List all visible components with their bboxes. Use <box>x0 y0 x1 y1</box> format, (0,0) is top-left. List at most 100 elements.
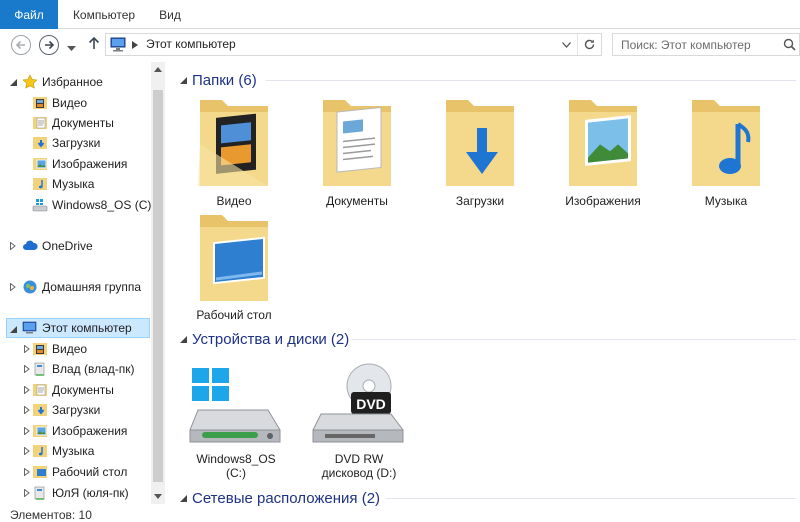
tab-file[interactable]: Файл <box>0 0 58 29</box>
music-folder-icon <box>33 445 47 457</box>
up-button[interactable] <box>88 36 100 53</box>
group-devices[interactable]: Устройства и диски (2) <box>176 328 349 350</box>
expand-icon[interactable] <box>22 421 32 441</box>
expand-icon[interactable] <box>22 339 32 359</box>
group-network[interactable]: Сетевые расположения (2) <box>176 487 380 509</box>
expand-icon[interactable] <box>22 441 32 461</box>
drive-c-letter: (C:) <box>226 466 246 480</box>
expand-icon[interactable] <box>8 236 18 256</box>
recent-locations-button[interactable] <box>67 41 76 55</box>
forward-button[interactable] <box>39 35 59 55</box>
nav-label: Влад (влад-пк) <box>52 362 135 376</box>
group-divider <box>266 80 796 81</box>
nav-pc-pictures[interactable]: Изображения <box>0 421 150 441</box>
nav-this-pc[interactable]: Этот компьютер <box>6 318 150 338</box>
collapse-icon[interactable] <box>8 72 18 92</box>
search-icon[interactable] <box>783 38 796 51</box>
pictures-folder-icon <box>33 425 47 437</box>
downloads-folder-icon <box>33 404 47 416</box>
collapse-icon[interactable] <box>176 73 190 87</box>
address-field[interactable]: Этот компьютер <box>105 33 602 56</box>
nav-onedrive[interactable]: OneDrive <box>0 236 150 256</box>
nav-label: Документы <box>52 383 114 397</box>
content-pane: Папки (6) Видео Документы Загрузки Изобр… <box>166 62 800 517</box>
search-input[interactable] <box>613 34 779 55</box>
chevron-down-icon[interactable] <box>562 42 571 48</box>
nav-pc-music[interactable]: Музыка <box>0 441 150 461</box>
nav-favorites-label: Избранное <box>42 75 103 89</box>
group-folders[interactable]: Папки (6) <box>176 69 257 91</box>
folder-desktop[interactable]: Рабочий стол <box>176 209 292 325</box>
user-folder-icon <box>34 362 45 376</box>
folder-label: Документы <box>326 194 388 208</box>
folder-pictures[interactable]: Изображения <box>545 94 661 212</box>
nav-label: Музыка <box>52 177 95 191</box>
folder-label: Загрузки <box>455 194 505 208</box>
nav-pc-video[interactable]: Видео <box>0 339 150 359</box>
user-folder-icon <box>34 486 45 500</box>
expand-icon[interactable] <box>8 277 18 297</box>
video-folder-icon <box>198 100 268 186</box>
collapse-icon[interactable] <box>176 332 190 346</box>
group-network-label: Сетевые расположения (2) <box>192 489 381 507</box>
scrollbar-thumb[interactable] <box>153 90 163 482</box>
nav-label: Домашняя группа <box>42 280 142 294</box>
documents-folder-icon <box>33 117 47 129</box>
drive-d-letter: дисковод (D:) <box>321 466 397 480</box>
folder-downloads[interactable]: Загрузки <box>422 94 538 212</box>
group-devices-label: Устройства и диски (2) <box>192 330 350 348</box>
scroll-up-icon[interactable] <box>154 67 162 72</box>
expand-icon[interactable] <box>22 380 32 400</box>
expand-icon[interactable] <box>22 462 32 482</box>
back-button[interactable] <box>11 35 31 55</box>
tab-computer[interactable]: Компьютер <box>68 0 140 29</box>
pictures-folder-icon <box>33 158 47 170</box>
expand-icon[interactable] <box>22 483 32 503</box>
nav-pc-yulya[interactable]: ЮлЯ (юля-пк) <box>0 483 150 503</box>
nav-fav-pictures[interactable]: Изображения <box>0 154 150 174</box>
nav-favorites[interactable]: Избранное <box>0 72 150 92</box>
folder-video[interactable]: Видео <box>176 94 292 212</box>
collapse-icon[interactable] <box>176 491 190 505</box>
nav-pc-documents[interactable]: Документы <box>0 380 150 400</box>
nav-fav-windows-drive[interactable]: Windows8_OS (C) <box>0 195 151 215</box>
refresh-icon[interactable] <box>583 38 596 51</box>
folder-documents[interactable]: Документы <box>299 94 415 212</box>
expand-icon[interactable] <box>22 359 32 379</box>
collapse-icon[interactable] <box>8 319 18 339</box>
nav-label: Загрузки <box>52 136 101 150</box>
nav-fav-downloads[interactable]: Загрузки <box>0 133 150 153</box>
nav-homegroup[interactable]: Домашняя группа <box>0 277 150 297</box>
nav-fav-documents[interactable]: Документы <box>0 113 150 133</box>
nav-label: Рабочий стол <box>52 465 128 479</box>
group-divider <box>351 339 796 340</box>
star-icon <box>22 74 38 89</box>
ribbon: Файл Компьютер Вид <box>0 0 800 29</box>
documents-folder-icon <box>323 100 391 186</box>
expand-icon[interactable] <box>22 400 32 420</box>
nav-pc-downloads[interactable]: Загрузки <box>0 400 150 420</box>
status-bar: Элементов: 10 <box>10 508 92 522</box>
nav-pc-desktop[interactable]: Рабочий стол <box>0 462 150 482</box>
documents-folder-icon <box>33 384 47 396</box>
tab-view[interactable]: Вид <box>150 0 190 29</box>
music-folder-icon <box>33 178 47 190</box>
video-folder-icon <box>33 97 47 109</box>
homegroup-icon <box>23 280 37 294</box>
drive-c-label: Windows8_OS <box>196 452 276 466</box>
nav-scrollbar[interactable] <box>151 62 165 504</box>
breadcrumb-this-pc[interactable]: Этот компьютер <box>146 34 236 55</box>
nav-pc-vlad[interactable]: Влад (влад-пк) <box>0 359 150 379</box>
music-folder-icon <box>692 100 760 186</box>
nav-label: Видео <box>52 96 88 110</box>
drive-c[interactable]: Windows8_OS (C:) <box>178 362 294 482</box>
scroll-down-icon[interactable] <box>154 494 162 499</box>
group-divider <box>386 498 796 499</box>
folder-music[interactable]: Музыка <box>668 94 784 212</box>
cloud-icon <box>23 240 38 250</box>
breadcrumb-separator-icon <box>132 41 138 49</box>
nav-fav-video[interactable]: Видео <box>0 93 150 113</box>
nav-fav-music[interactable]: Музыка <box>0 174 150 194</box>
drive-d[interactable]: DVD DVD RW дисковод (D:) <box>301 362 417 482</box>
navigation-pane: Избранное Видео Документы Загрузки Изобр… <box>0 62 165 517</box>
